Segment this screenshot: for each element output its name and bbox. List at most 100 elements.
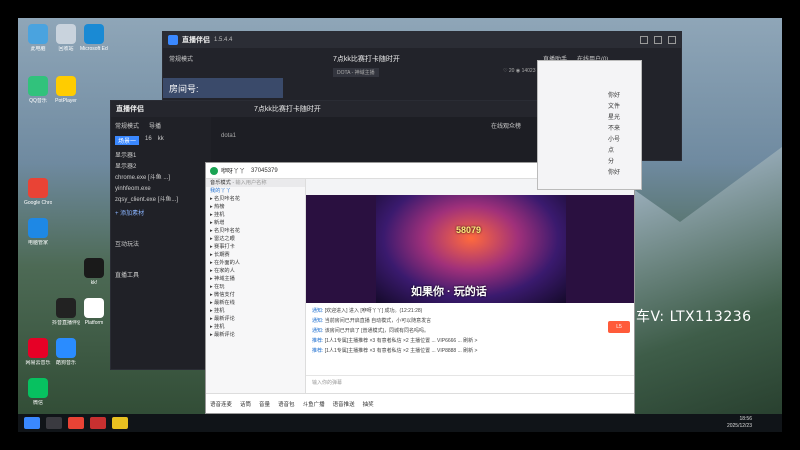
start-icon[interactable] — [24, 417, 40, 429]
side-item: 星光 — [608, 115, 621, 121]
desktop-icon-label: 微信 — [32, 400, 43, 406]
list-item[interactable]: ▸ 挂机 — [206, 323, 305, 331]
desktop-icon-label: 回收站 — [58, 46, 74, 52]
list-item[interactable]: ▸ 在家的人 — [206, 267, 305, 275]
desktop-icon[interactable]: QQ音乐 — [24, 76, 52, 104]
minimize-icon[interactable] — [640, 36, 648, 44]
desktop-icon[interactable]: 酷狗音乐 — [52, 338, 80, 366]
list-item[interactable]: ▸ 挂机 — [206, 211, 305, 219]
desktop-icon-label: kk! — [90, 280, 98, 286]
mid-sidebar: 常规模式 导播 场景一 16 kk 显示器1 显示器2 chrome.exe [斗鱼… — [111, 117, 211, 369]
list-item[interactable]: ▸ 在玩 — [206, 283, 305, 291]
desktop-icon[interactable]: PotPlayer — [52, 76, 80, 104]
chrome-taskbar-icon[interactable] — [68, 417, 84, 429]
left-user[interactable]: 我的丫丫 — [206, 187, 305, 195]
desktop-icon[interactable]: 电脑管家 — [24, 218, 52, 246]
source-item[interactable]: zqsy_client.exe [斗鱼...] — [115, 195, 207, 206]
maximize-icon[interactable] — [654, 36, 662, 44]
side-item: 你好 — [608, 93, 621, 99]
app-icon — [84, 298, 104, 318]
bottom-tool[interactable]: 话筒 — [240, 400, 251, 408]
search-icon[interactable] — [46, 417, 62, 429]
list-item[interactable]: ▸ 在外面的人 — [206, 259, 305, 267]
app-icon — [56, 24, 76, 44]
list-item[interactable]: ▸ 微信支付 — [206, 291, 305, 299]
mid-titlebar[interactable]: 直播伴侣 7点kk比赛打卡随时开 — [111, 101, 599, 117]
desktop-icon[interactable]: Platform — [80, 298, 108, 326]
video-caption: 如果你 · 玩的话 — [411, 286, 487, 298]
room-name: 咿呀丫丫 — [221, 169, 246, 175]
douyu-taskbar-icon[interactable] — [90, 417, 106, 429]
section-tools: 直播工具 — [115, 273, 140, 279]
desktop-icon-label: Google Chrome — [24, 200, 52, 206]
desktop-icon[interactable]: Microsoft Edge — [80, 24, 108, 52]
desktop-icon[interactable]: 抖音直播伴侣 — [52, 298, 80, 326]
danmaku-input[interactable]: 输入你的弹幕 — [306, 375, 634, 395]
source-item[interactable]: yinhfeom.exe — [115, 184, 207, 195]
source-item[interactable]: 显示器1 — [115, 151, 207, 162]
list-item[interactable]: ▸ 新增 — [206, 219, 305, 227]
app-taskbar-icon[interactable] — [112, 417, 128, 429]
tab-normal-mode[interactable]: 常规模式 — [115, 121, 139, 130]
overlay-text: 车V: LTX113236 — [636, 309, 752, 325]
scene-label[interactable]: 场景一 — [115, 136, 140, 145]
list-item[interactable]: ▸ 挂机 — [206, 307, 305, 315]
side-item: 点 — [608, 148, 615, 154]
source-item[interactable]: 显示器2 — [115, 162, 207, 173]
list-item[interactable]: ▸ 名贝咔名花 — [206, 195, 305, 203]
bottom-tool[interactable]: 语音推送 — [333, 400, 355, 408]
bottom-tool[interactable]: 语音连麦 — [210, 400, 232, 408]
desktop-icon[interactable]: 网易云音乐 — [24, 338, 52, 366]
list-item[interactable]: ▸ 最新评论 — [206, 315, 305, 323]
bottom-tool[interactable]: 斗鱼广播 — [303, 400, 325, 408]
desktop-icon[interactable]: 此电脑 — [24, 24, 52, 52]
app-icon — [28, 218, 48, 238]
desktop-icon[interactable]: 回收站 — [52, 24, 80, 52]
list-item[interactable]: ▸ 最新评论 — [206, 331, 305, 339]
desktop-icon-label: Platform — [84, 320, 104, 326]
app-icon — [28, 76, 48, 96]
back-titlebar[interactable]: 直播伴侣 1.5.4.4 — [163, 32, 681, 48]
video-player[interactable]: 58079 如果你 · 玩的话 — [306, 195, 634, 303]
left-items: ▸ 名贝咔名花 ▸ 热榜 ▸ 挂机 ▸ 新增 ▸ 名贝咔名花 ▸ 雷达之眼 ▸ 赛事打卡 ▸ … — [206, 195, 305, 339]
app-icon — [56, 298, 76, 318]
chat-message: 推荐: [1人1专属]主播推荐 ×3 有意者私信 ×2 主播位置 ... VIP… — [312, 338, 478, 344]
desktop-icon[interactable]: kk! — [80, 258, 108, 286]
app-icon — [28, 178, 48, 198]
list-item[interactable]: ▸ 长期赛 — [206, 251, 305, 259]
desktop-icon[interactable]: Google Chrome — [24, 178, 52, 206]
bottom-tool[interactable]: 音量 — [259, 400, 270, 408]
chat-message: 通知: 该房间已开启了 [普通模式]，同城有同名吗吗。 — [312, 328, 429, 334]
close-icon[interactable] — [668, 36, 676, 44]
app-icon — [28, 24, 48, 44]
scene-count-a: 16 — [145, 136, 152, 142]
list-item[interactable]: ▸ 热榜 — [206, 203, 305, 211]
list-item[interactable]: ▸ 名贝咔名花 — [206, 227, 305, 235]
bottom-tool[interactable]: 语音包 — [278, 400, 295, 408]
app-logo-icon — [210, 166, 218, 175]
brand-logo-icon — [168, 35, 178, 45]
mid-room-title: 7点kk比赛打卡随时开 — [254, 106, 321, 113]
back-mode[interactable]: 常规模式 — [169, 54, 193, 63]
list-item[interactable]: ▸ 赛事打卡 — [206, 243, 305, 251]
bottom-toolbar: 语音连麦 话筒 音量 语音包 斗鱼广播 语音推送 抽奖 — [206, 393, 634, 413]
douyu-client-window[interactable]: 咿呀丫丫 37045379 ⌂ ✉ ☰ — □ ✕ 音乐模式 · 输入用户名称 … — [205, 162, 635, 414]
side-item: 你好 — [608, 170, 621, 176]
side-item: 分 — [608, 159, 615, 165]
mid-tag: dota1 — [221, 133, 237, 139]
list-item[interactable]: ▸ 最新在线 — [206, 299, 305, 307]
video-score: 58079 — [456, 225, 482, 235]
side-item: 文件 — [608, 104, 621, 110]
list-item[interactable]: ▸ 雷达之眼 — [206, 235, 305, 243]
desktop-icon[interactable]: 微信 — [24, 378, 52, 406]
tab-director[interactable]: 导播 — [149, 121, 161, 130]
back-brand: 直播伴侣 — [182, 37, 210, 44]
add-source-button[interactable]: + 添加素材 — [115, 208, 207, 217]
bottom-tool[interactable]: 抽奖 — [363, 400, 374, 408]
app-icon — [84, 24, 104, 44]
source-item[interactable]: chrome.exe [斗鱼 ...] — [115, 173, 207, 184]
chat-area: 通知: [欢迎进入] 进入 [咿呀丫丫] 成功。(12:21:28) 通知: 当前… — [306, 303, 634, 375]
back-version: 1.5.4.4 — [214, 37, 233, 43]
level-badge: L5 — [608, 321, 630, 333]
list-item[interactable]: ▸ 神域主播 — [206, 275, 305, 283]
